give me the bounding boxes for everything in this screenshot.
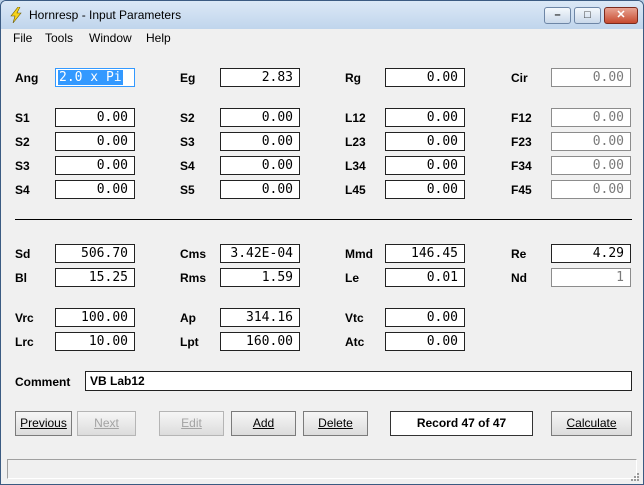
param-field-le[interactable]: 0.01	[385, 268, 465, 287]
param-label-rg: Rg	[345, 71, 361, 85]
param-field-s2[interactable]: 0.00	[55, 132, 135, 151]
maximize-icon: □	[584, 9, 591, 21]
param-label-rms: Rms	[180, 271, 207, 285]
param-label-f45: F45	[511, 183, 532, 197]
lightning-icon	[10, 7, 22, 23]
title-bar[interactable]: Hornresp - Input Parameters – □ ✕	[1, 1, 643, 30]
param-label-f34: F34	[511, 159, 532, 173]
param-field-rg[interactable]: 0.00	[385, 68, 465, 87]
param-field-ap[interactable]: 314.16	[220, 308, 300, 327]
param-label-vtc: Vtc	[345, 311, 364, 325]
param-label-f12: F12	[511, 111, 532, 125]
close-button[interactable]: ✕	[604, 7, 638, 24]
param-field-bl[interactable]: 15.25	[55, 268, 135, 287]
param-field-cms[interactable]: 3.42E-04	[220, 244, 300, 263]
previous-button[interactable]: Previous	[15, 411, 72, 436]
param-label-s4: S4	[15, 183, 30, 197]
param-field-ang[interactable]: 2.0 x Pi	[55, 68, 135, 87]
param-field-s3[interactable]: 0.00	[55, 156, 135, 175]
param-field-cir[interactable]: 0.00	[551, 68, 631, 87]
param-label-nd: Nd	[511, 271, 527, 285]
param-label-l34: L34	[345, 159, 366, 173]
param-field-l23[interactable]: 0.00	[385, 132, 465, 151]
param-label-le: Le	[345, 271, 360, 285]
param-field-sd[interactable]: 506.70	[55, 244, 135, 263]
menu-tools[interactable]: Tools	[45, 31, 73, 45]
delete-button[interactable]: Delete	[303, 411, 368, 436]
param-field-s1[interactable]: 0.00	[55, 108, 135, 127]
param-field-l34[interactable]: 0.00	[385, 156, 465, 175]
param-label-ap: Ap	[180, 311, 196, 325]
param-field-rms[interactable]: 1.59	[220, 268, 300, 287]
param-label-s3: S3	[180, 135, 195, 149]
param-field-re[interactable]: 4.29	[551, 244, 631, 263]
status-bar	[7, 459, 637, 479]
menu-bar: File Tools Window Help	[1, 29, 643, 48]
param-label-s3: S3	[15, 159, 30, 173]
edit-button[interactable]: Edit	[159, 411, 224, 436]
param-label-s4: S4	[180, 159, 195, 173]
param-field-f23[interactable]: 0.00	[551, 132, 631, 151]
param-field-s3[interactable]: 0.00	[220, 132, 300, 151]
param-label-s2: S2	[180, 111, 195, 125]
param-field-l12[interactable]: 0.00	[385, 108, 465, 127]
param-label-cms: Cms	[180, 247, 207, 261]
param-field-lrc[interactable]: 10.00	[55, 332, 135, 351]
param-label-lpt: Lpt	[180, 335, 199, 349]
param-label-l23: L23	[345, 135, 366, 149]
record-status: Record 47 of 47	[390, 411, 533, 436]
param-label-atc: Atc	[345, 335, 365, 349]
param-field-vtc[interactable]: 0.00	[385, 308, 465, 327]
close-icon: ✕	[616, 9, 626, 21]
param-label-vrc: Vrc	[15, 311, 34, 325]
param-label-ang: Ang	[15, 71, 39, 85]
param-field-mmd[interactable]: 146.45	[385, 244, 465, 263]
minimize-icon: –	[554, 9, 561, 21]
main-window: Hornresp - Input Parameters – □ ✕ File T…	[0, 0, 644, 485]
param-field-eg[interactable]: 2.83	[220, 68, 300, 87]
param-label-l45: L45	[345, 183, 366, 197]
minimize-button[interactable]: –	[544, 7, 571, 24]
param-field-atc[interactable]: 0.00	[385, 332, 465, 351]
param-label-mmd: Mmd	[345, 247, 373, 261]
param-label-re: Re	[511, 247, 527, 261]
param-label-l12: L12	[345, 111, 366, 125]
param-label-lrc: Lrc	[15, 335, 34, 349]
param-label-cir: Cir	[511, 71, 528, 85]
param-label-sd: Sd	[15, 247, 31, 261]
add-button[interactable]: Add	[231, 411, 296, 436]
param-label-eg: Eg	[180, 71, 196, 85]
param-field-s4[interactable]: 0.00	[220, 156, 300, 175]
maximize-button[interactable]: □	[574, 7, 601, 24]
param-field-nd[interactable]: 1	[551, 268, 631, 287]
calculate-button[interactable]: Calculate	[551, 411, 632, 436]
param-label-f23: F23	[511, 135, 532, 149]
menu-file[interactable]: File	[13, 31, 32, 45]
param-field-f34[interactable]: 0.00	[551, 156, 631, 175]
param-field-s5[interactable]: 0.00	[220, 180, 300, 199]
menu-help[interactable]: Help	[146, 31, 171, 45]
comment-label: Comment	[15, 375, 71, 389]
param-field-s4[interactable]: 0.00	[55, 180, 135, 199]
param-value-selected: 2.0 x Pi	[58, 70, 123, 85]
param-field-f12[interactable]: 0.00	[551, 108, 631, 127]
param-label-s1: S1	[15, 111, 30, 125]
section-divider	[15, 219, 632, 220]
param-field-f45[interactable]: 0.00	[551, 180, 631, 199]
param-label-s5: S5	[180, 183, 195, 197]
menu-window[interactable]: Window	[89, 31, 132, 45]
window-title: Hornresp - Input Parameters	[29, 8, 182, 22]
next-button[interactable]: Next	[77, 411, 136, 436]
param-label-s2: S2	[15, 135, 30, 149]
comment-input[interactable]: VB Lab12	[85, 371, 632, 391]
param-field-l45[interactable]: 0.00	[385, 180, 465, 199]
param-field-lpt[interactable]: 160.00	[220, 332, 300, 351]
resize-grip-icon[interactable]	[629, 471, 639, 481]
param-field-s2[interactable]: 0.00	[220, 108, 300, 127]
param-field-vrc[interactable]: 100.00	[55, 308, 135, 327]
param-label-bl: Bl	[15, 271, 27, 285]
